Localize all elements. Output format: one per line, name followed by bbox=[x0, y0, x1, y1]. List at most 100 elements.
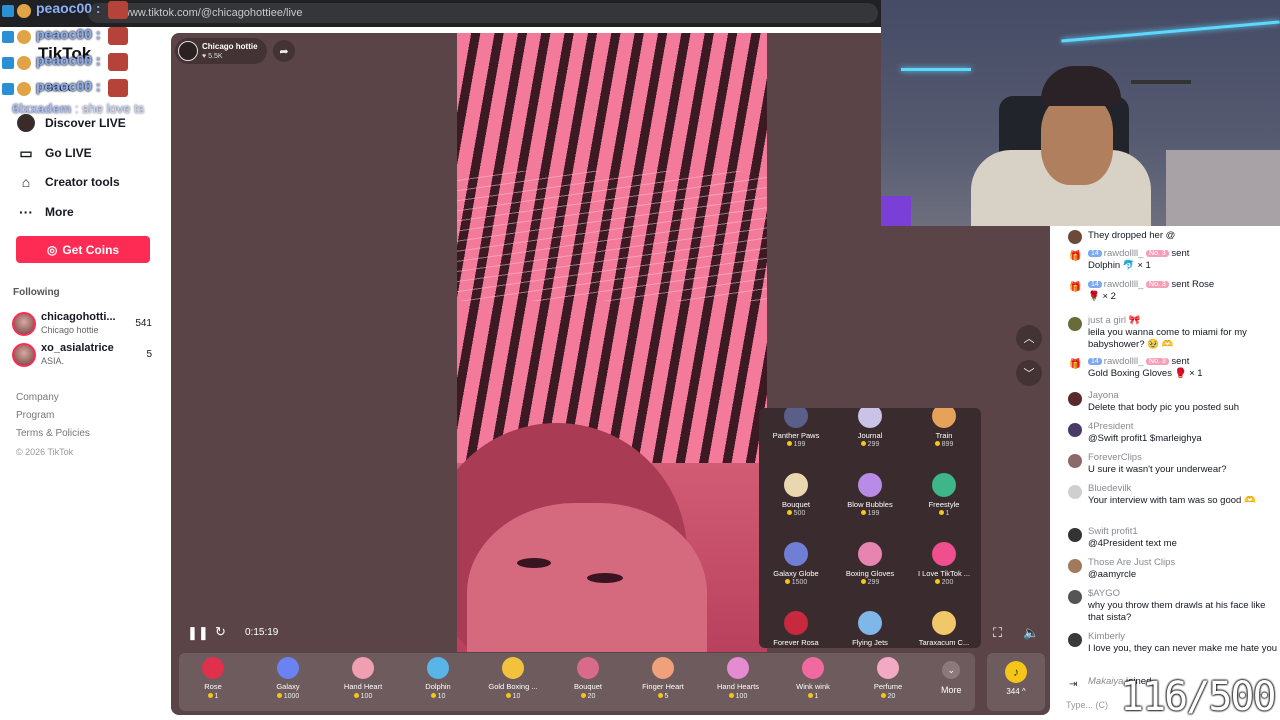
tray-gift-item[interactable]: Gold Boxing ... 10 bbox=[476, 657, 550, 700]
chat-username[interactable]: 14 rawdollll_ No. 3 sent bbox=[1088, 356, 1189, 367]
nav-go-live[interactable]: ▭ Go LIVE bbox=[16, 143, 91, 163]
gift-item[interactable]: Panther Paws 199 bbox=[759, 408, 833, 474]
fullscreen-icon[interactable]: ⛶ bbox=[993, 625, 1002, 641]
chat-username[interactable]: 4President bbox=[1088, 421, 1133, 432]
gift-icon bbox=[352, 657, 374, 679]
chat-username[interactable]: 14 rawdollll_ No. 3 sent Rose bbox=[1088, 279, 1214, 290]
following-count: 541 bbox=[135, 318, 152, 329]
gift-name: I Love TikTok ... bbox=[917, 569, 971, 578]
avatar[interactable] bbox=[1068, 392, 1082, 406]
address-bar[interactable]: www.tiktok.com/@chicagohottiee/live bbox=[88, 3, 878, 23]
chat-text: 🌹 × 2 bbox=[1088, 291, 1116, 302]
sub-goal-counter: 116/500 bbox=[1120, 674, 1277, 720]
chevron-down-icon: ⌄ bbox=[942, 661, 961, 679]
tray-gift-item[interactable]: Wink wink 1 bbox=[776, 657, 850, 700]
gift-price: 899 bbox=[907, 441, 981, 448]
gift-item[interactable]: Freestyle 1 bbox=[907, 473, 981, 543]
chat-username[interactable]: Kimberly bbox=[1088, 631, 1125, 642]
get-coins-button[interactable]: ◎ Get Coins bbox=[16, 236, 150, 263]
nav-label: Creator tools bbox=[45, 175, 120, 189]
gift-icon bbox=[932, 542, 956, 566]
chat-username[interactable]: 14 rawdollll_ No. 3 sent bbox=[1088, 248, 1189, 259]
nav-more[interactable]: ··· More bbox=[16, 202, 74, 222]
gift-price: 20 bbox=[851, 693, 925, 700]
following-name: chicagohotti... bbox=[41, 311, 116, 323]
tray-gift-item[interactable]: Galaxy 1000 bbox=[251, 657, 325, 700]
gift-icon bbox=[502, 657, 524, 679]
chat-username[interactable]: ForeverClips bbox=[1088, 452, 1142, 463]
gift-item[interactable]: Taraxacum C... bbox=[907, 611, 981, 648]
host-info[interactable]: Chicago hottie ♥ 5.5K bbox=[175, 38, 267, 64]
chat-text: @4President text me bbox=[1088, 538, 1177, 549]
following-item[interactable]: xo_asialatrice ASIA. 5 bbox=[12, 341, 157, 369]
gift-item[interactable]: I Love TikTok ... 200 bbox=[907, 542, 981, 612]
gift-item[interactable]: Forever Rosa bbox=[759, 611, 833, 648]
gift-price: 1 bbox=[907, 510, 981, 517]
gift-icon bbox=[932, 611, 956, 635]
link-company[interactable]: Company bbox=[16, 389, 90, 407]
nav-discover-live[interactable]: Discover LIVE bbox=[16, 113, 126, 133]
live-video[interactable] bbox=[457, 33, 767, 652]
share-icon[interactable]: ➦ bbox=[273, 40, 295, 62]
video-wire bbox=[457, 171, 767, 301]
nav-creator-tools[interactable]: ⌂ Creator tools bbox=[16, 172, 120, 192]
avatar[interactable] bbox=[1068, 485, 1082, 499]
avatar[interactable] bbox=[1068, 230, 1082, 244]
gift-item[interactable]: Journal 299 bbox=[833, 408, 907, 474]
gift-item[interactable]: Galaxy Globe 1500 bbox=[759, 542, 833, 612]
link-program[interactable]: Program bbox=[16, 407, 90, 425]
chevron-up-icon[interactable]: ︿ bbox=[1016, 325, 1042, 351]
refresh-icon[interactable]: ↻ bbox=[215, 624, 226, 640]
gift-icon bbox=[277, 657, 299, 679]
avatar[interactable] bbox=[1068, 633, 1082, 647]
tray-gift-item[interactable]: Perfume 20 bbox=[851, 657, 925, 700]
volume-icon[interactable]: 🔈 bbox=[1023, 625, 1039, 641]
pause-icon[interactable]: ❚❚ bbox=[187, 625, 209, 641]
chat-text: leila you wanna come to miami for my bab… bbox=[1088, 327, 1247, 350]
gift-item[interactable]: Boxing Gloves 299 bbox=[833, 542, 907, 612]
gift-icon bbox=[202, 657, 224, 679]
avatar[interactable] bbox=[1068, 590, 1082, 604]
tray-gift-item[interactable]: Hand Hearts 100 bbox=[701, 657, 775, 700]
tray-gift-item[interactable]: Finger Heart 5 bbox=[626, 657, 700, 700]
gift-price: 1000 bbox=[251, 693, 325, 700]
gift-item[interactable]: Blow Bubbles 199 bbox=[833, 473, 907, 543]
following-item[interactable]: chicagohotti... Chicago hottie 541 bbox=[12, 310, 157, 338]
gift-name: Hand Hearts bbox=[716, 682, 760, 691]
chat-input[interactable]: Type... (C) bbox=[1066, 700, 1108, 710]
gift-name: Galaxy Globe bbox=[773, 569, 819, 578]
link-terms[interactable]: Terms & Policies bbox=[16, 425, 90, 443]
avatar[interactable] bbox=[1068, 528, 1082, 542]
gift-icon bbox=[784, 542, 808, 566]
gift-price: 100 bbox=[326, 693, 400, 700]
avatar bbox=[178, 41, 198, 61]
chat-username[interactable]: just a girl 🎀 bbox=[1088, 315, 1140, 326]
gift-name: Rose bbox=[204, 682, 222, 691]
sidebar: Discover LIVE ▭ Go LIVE ⌂ Creator tools … bbox=[0, 27, 170, 720]
avatar[interactable] bbox=[1068, 559, 1082, 573]
chat-username[interactable]: Bluedevilk bbox=[1088, 483, 1131, 494]
chat-username[interactable]: $AYGO bbox=[1088, 588, 1120, 599]
chat-username[interactable]: Those Are Just Clips bbox=[1088, 557, 1175, 568]
gift-icon bbox=[858, 542, 882, 566]
chat-username[interactable]: Swift profit1 bbox=[1088, 526, 1138, 537]
gift-item[interactable]: Train 899 bbox=[907, 408, 981, 474]
tray-gift-item[interactable]: Dolphin 10 bbox=[401, 657, 475, 700]
gift-name: Flying Jets bbox=[852, 638, 888, 647]
more-gifts-button[interactable]: ⌄ More bbox=[941, 661, 962, 695]
gift-item[interactable]: Bouquet 500 bbox=[759, 473, 833, 543]
chat-username[interactable]: Jayona bbox=[1088, 390, 1119, 401]
tray-gift-item[interactable]: Rose 1 bbox=[176, 657, 250, 700]
avatar[interactable] bbox=[1068, 317, 1082, 331]
chevron-down-icon[interactable]: ﹀ bbox=[1016, 360, 1042, 386]
tray-gift-item[interactable]: Hand Heart 100 bbox=[326, 657, 400, 700]
avatar[interactable] bbox=[1068, 454, 1082, 468]
avatar[interactable] bbox=[1068, 423, 1082, 437]
gift-icon bbox=[577, 657, 599, 679]
tray-gift-item[interactable]: Bouquet 20 bbox=[551, 657, 625, 700]
gift-item[interactable]: Flying Jets bbox=[833, 611, 907, 648]
coin-balance-button[interactable]: ♪ 344 ^ bbox=[987, 653, 1045, 711]
gift-name: Freestyle bbox=[928, 500, 960, 509]
gift-price: 100 bbox=[701, 693, 775, 700]
following-title: Following bbox=[13, 287, 60, 298]
